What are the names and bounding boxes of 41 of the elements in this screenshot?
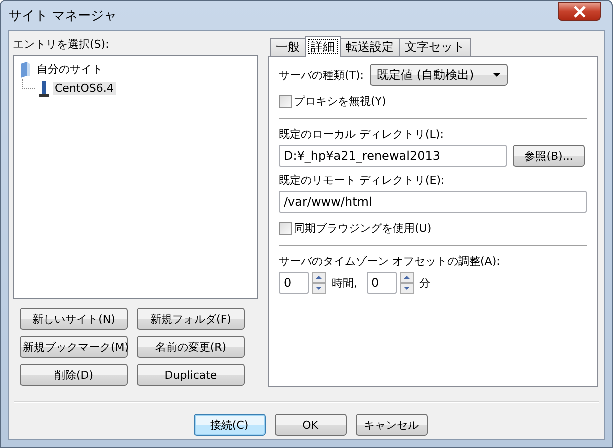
remote-dir-label: 既定のリモート ディレクトリ(E):	[279, 173, 446, 188]
tab[interactable]: 文字セット	[399, 38, 471, 56]
dialog-button[interactable]: OK	[274, 414, 346, 436]
folder-icon	[18, 60, 32, 78]
tab[interactable]: 詳細	[305, 36, 341, 57]
tree-item[interactable]: 自分のサイト	[35, 62, 105, 77]
checkbox[interactable]	[279, 95, 292, 108]
dialog-button[interactable]: キャンセル	[356, 414, 428, 436]
checkbox-label: 同期ブラウジングを使用(U)	[294, 221, 432, 236]
site-button[interactable]: 削除(D)	[20, 364, 128, 386]
entries-label: エントリを選択(S):	[13, 37, 110, 52]
timezone-label: サーバのタイムゾーン オフセットの調整(A):	[279, 254, 502, 269]
remote-dir-field[interactable]: /var/www/html	[279, 191, 587, 213]
server-type-label: サーバの種類(T):	[279, 68, 364, 82]
server-type-dropdown[interactable]: 既定値 (自動検出)	[370, 64, 508, 86]
site-button[interactable]: 新規ブックマーク(M)	[20, 336, 128, 358]
dialog-button[interactable]: 接続(C)	[194, 414, 266, 436]
tree-item[interactable]: CentOS6.4	[53, 82, 116, 95]
browse-button[interactable]: 参照(B)...	[513, 145, 585, 167]
tab[interactable]: 転送設定	[340, 38, 400, 56]
hours-field[interactable]: 0	[279, 272, 309, 294]
server-icon	[38, 80, 50, 98]
tab[interactable]: 一般	[270, 38, 306, 56]
close-button[interactable]	[558, 2, 601, 21]
site-button[interactable]: 名前の変更(R)	[137, 336, 245, 358]
minutes-field[interactable]: 0	[366, 272, 396, 294]
checkbox-label: プロキシを無視(Y)	[294, 94, 386, 109]
site-button[interactable]: Duplicate	[137, 364, 245, 386]
caret-icon	[493, 73, 502, 77]
local-dir-field[interactable]: D:¥_hp¥a21_renewal2013	[279, 145, 507, 167]
local-dir-label: 既定のローカル ディレクトリ(L):	[279, 127, 445, 142]
site-tree[interactable]: 自分のサイト CentOS6.4	[13, 55, 258, 299]
spinner-icon[interactable]	[312, 272, 326, 294]
site-button[interactable]: 新しいサイト(N)	[20, 308, 128, 330]
site-button[interactable]: 新規フォルダ(F)	[137, 308, 245, 330]
hours-unit: 時間,	[332, 276, 358, 290]
spinner-icon[interactable]	[400, 272, 414, 294]
checkbox[interactable]	[279, 222, 292, 235]
minutes-unit: 分	[420, 276, 430, 290]
window-title: サイト マネージャ	[9, 8, 118, 24]
close-icon	[572, 6, 586, 18]
